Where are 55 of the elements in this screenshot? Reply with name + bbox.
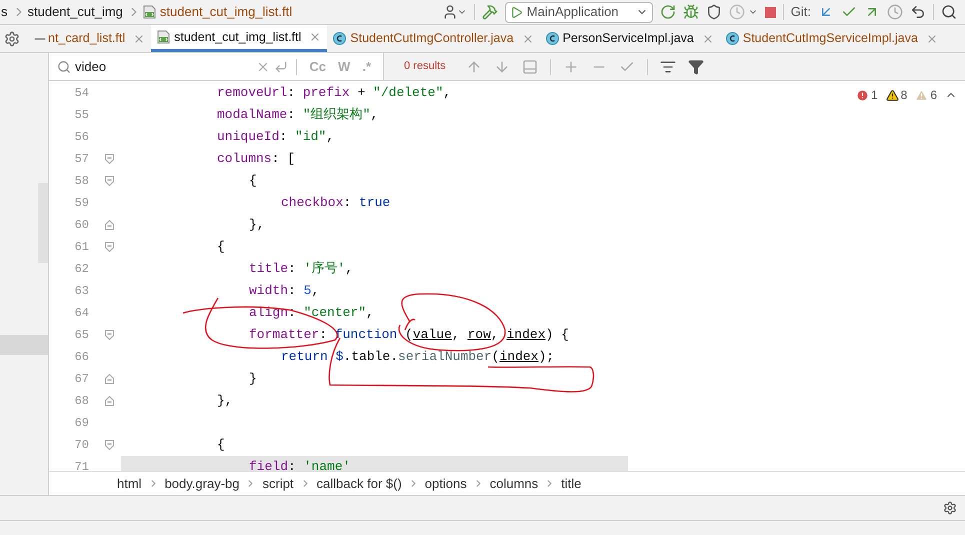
line-number: 56: [74, 129, 89, 146]
line-number: 70: [74, 437, 89, 454]
code-line: },: [249, 216, 265, 234]
breadcrumb-item[interactable]: callback for $(): [316, 474, 402, 494]
editor-tab[interactable]: PersonServiceImpl.java: [540, 25, 720, 52]
line-number: 71: [74, 459, 89, 471]
search-field[interactable]: video Cc W .*: [49, 53, 384, 80]
line-number: 60: [74, 217, 89, 234]
line-number: 69: [74, 415, 89, 432]
line-number: 67: [74, 371, 89, 388]
line-number: 65: [74, 327, 89, 344]
line-number: 63: [74, 283, 89, 300]
breadcrumb-item[interactable]: s: [1, 2, 8, 22]
editor-tab[interactable]: StudentCutImgController.java: [327, 25, 540, 52]
line-number: 57: [74, 151, 89, 168]
line-number: 62: [74, 261, 89, 278]
code-line: checkbox: true: [281, 194, 390, 212]
line-number: 58: [74, 173, 89, 190]
editor-tab[interactable]: student_cut_img_list.ftl: [151, 25, 328, 52]
line-number: 68: [74, 393, 89, 410]
code-line: {: [217, 238, 225, 256]
line-number: 64: [74, 305, 89, 322]
code-line: }: [249, 370, 257, 388]
git-label: Git:: [790, 3, 811, 22]
editor-tab[interactable]: nt_card_list.ftl: [42, 25, 152, 52]
breadcrumb-item[interactable]: body.gray-bg: [164, 474, 240, 494]
results-count: 0 results: [404, 59, 446, 74]
code-line: uniqueId: "id",: [217, 128, 334, 146]
line-number: 54: [74, 85, 89, 102]
breadcrumb-item[interactable]: title: [561, 474, 582, 494]
editor-tab[interactable]: StudentCutImgServiceImpl.java: [720, 25, 944, 52]
problem-count: 8: [900, 87, 908, 104]
code-line: },: [217, 392, 233, 410]
code-line: removeUrl: prefix + "/delete",: [217, 84, 452, 102]
problem-count: 1: [870, 87, 878, 104]
code-line: return $.table.serialNumber(index);: [281, 348, 554, 366]
breadcrumb-item[interactable]: script: [262, 474, 294, 494]
code-line: {: [217, 436, 225, 454]
code-line: title: '序号',: [249, 260, 354, 278]
breadcrumb-item[interactable]: student_cut_img: [28, 2, 123, 22]
line-number: 66: [74, 349, 89, 366]
problem-count: 6: [930, 87, 937, 104]
code-line: width: 5,: [249, 282, 320, 300]
code-line: field: 'name': [249, 458, 350, 471]
code-line: modalName: "组织架构",: [217, 106, 378, 124]
line-number: 55: [74, 107, 89, 124]
breadcrumb-item[interactable]: options: [424, 474, 467, 494]
breadcrumb-item[interactable]: columns: [490, 474, 538, 494]
line-number: 61: [74, 239, 89, 256]
line-number: 59: [74, 195, 89, 212]
breadcrumb-item[interactable]: html: [117, 474, 142, 494]
run-configuration-dropdown[interactable]: MainApplication: [504, 2, 653, 22]
code-line: {: [249, 172, 257, 190]
breadcrumb-item[interactable]: student_cut_img_list.ftl: [160, 2, 292, 22]
code-line: columns: [: [217, 150, 296, 168]
